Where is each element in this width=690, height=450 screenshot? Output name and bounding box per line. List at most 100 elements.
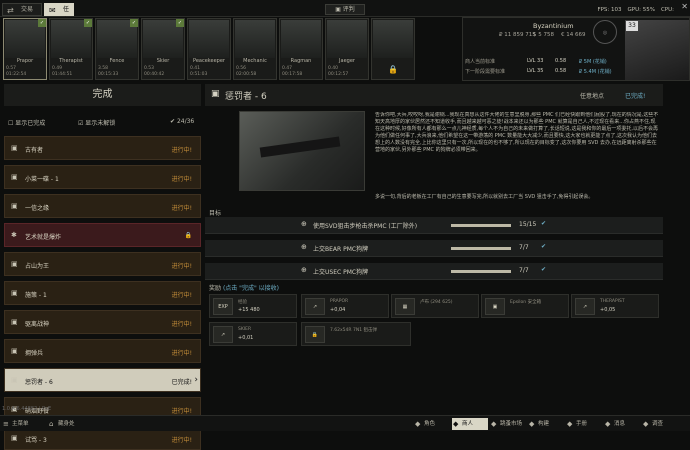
show-locked-checkbox[interactable]: ☑ 显示未解锁 <box>78 118 115 127</box>
trader-card[interactable]: Ragman 0.47 00:17:58 <box>279 18 323 80</box>
trader-card[interactable]: Skier 0.53 00:40:42 ✓ <box>141 18 185 80</box>
reward-value: +0,01 <box>238 335 254 341</box>
crosshair-icon: ⊕ <box>301 266 307 274</box>
character-button[interactable]: ◆ 角色 <box>414 418 450 430</box>
hideout-icon: ⌂ <box>49 420 54 428</box>
tab-tasks[interactable]: ✉任务 <box>44 3 74 24</box>
reward-name: 卢布 (294 625) <box>420 300 453 305</box>
nav-label: 调查 <box>652 421 664 427</box>
objective-progress-bar <box>451 247 511 250</box>
reward-name: THERAPIST <box>600 299 625 304</box>
quest-row[interactable]: ▣ 惩罚者 - 6 已完成! › <box>4 368 201 392</box>
quest-row[interactable]: ▣ 古有者 进行中! <box>4 136 201 160</box>
close-icon[interactable]: ✕ <box>681 2 688 11</box>
pin-icon: ▣ <box>11 144 18 152</box>
build-button[interactable]: ◆ 构建 <box>528 418 564 430</box>
reward-item: 🔒 7.62x54R 7N1 狙击弹 <box>301 322 411 346</box>
quest-row[interactable]: ▣ 一信之缘 进行中! <box>4 194 201 218</box>
quest-row[interactable]: ▣ 施策 - 1 进行中! <box>4 281 201 305</box>
quest-row[interactable]: ✱ 艺术就是爆炸 🔒 <box>4 223 201 247</box>
check-badge-icon: ✓ <box>84 19 92 27</box>
reward-icon: ↗ <box>575 298 595 315</box>
checkmark-icon: ✔ <box>541 266 547 273</box>
reward-name: 经验 <box>238 300 247 305</box>
handbook-button[interactable]: ◆ 手册 <box>566 418 602 430</box>
quest-label: 驱离战神 <box>25 321 50 328</box>
trader-card[interactable]: Therapist 0.49 01:44:51 ✓ <box>49 18 93 80</box>
quest-label: 惩罚者 - 6 <box>25 379 53 386</box>
trader-portrait <box>281 20 321 58</box>
reward-name: Epsilon 安全箱 <box>510 300 542 305</box>
quest-row[interactable]: ▣ 驱离战神 进行中! <box>4 310 201 334</box>
trader-name: Prapor <box>16 58 34 64</box>
quest-status: 进行中! <box>171 292 192 299</box>
trader-stats: 0.41 0:51:03 <box>190 66 230 78</box>
trader-card[interactable]: Fence 3.58 00:15:33 ✓ <box>95 18 139 80</box>
trader-emblem-icon: ◎ <box>593 20 617 44</box>
reward-name: 7.62x54R 7N1 狙击弹 <box>330 328 377 333</box>
dollars-value: $ 5 758 <box>533 32 554 38</box>
trader-portrait <box>327 20 367 58</box>
gear-icon: ✱ <box>11 231 17 239</box>
objectives-label: 目标 <box>209 210 222 217</box>
quest-status: 进行中! <box>171 176 192 183</box>
rifle-silhouette <box>259 136 341 158</box>
reward-item: ↗ PRAPOR +0,04 <box>301 294 389 318</box>
trader-name: Ragman <box>290 58 312 64</box>
reward-item: ↗ THERAPIST +0,05 <box>571 294 659 318</box>
perf-stats: FPS: 103 GPU: 55% CPU: <box>597 7 674 13</box>
quest-label: 试骂 - 3 <box>25 437 47 444</box>
objective-count: 7/7 <box>519 267 529 274</box>
reward-icon: ▦ <box>395 298 415 315</box>
message-button[interactable]: ◆ 消息 <box>604 418 640 430</box>
reward-icon: ▣ <box>485 298 505 315</box>
player-avatar: 33 <box>625 20 689 80</box>
main-menu-button[interactable]: ≡ 主菜单 <box>2 418 42 430</box>
quest-list-panel: 完成 ☐ 显示已完成 ☑ 显示未解锁 ✔ 24/36 ▣ 古有者 进行中! ▣ 小菜一碟… <box>0 84 205 450</box>
quest-status: 进行中! <box>171 147 192 154</box>
quest-label: 一信之缘 <box>25 205 50 212</box>
req-level: LVL 33 <box>527 58 544 64</box>
trader-card[interactable]: Mechanic 0.56 02:00:58 <box>233 18 277 80</box>
trader-button[interactable]: ◆ 商人 <box>452 418 488 430</box>
trader-timer: 00:15:33 <box>98 72 119 77</box>
trader-card[interactable]: 🔒 <box>371 18 415 80</box>
quest-row[interactable]: ▣ 拥弹兵 进行中! <box>4 339 201 363</box>
trader-rep: 0.57 <box>6 66 17 71</box>
trader-card[interactable]: Prapor 0.57 01:22:54 ✓ <box>3 18 47 80</box>
trader-timer: 00:40:42 <box>144 72 165 77</box>
pin-icon: ▣ <box>11 289 18 297</box>
player-level-badge: 33 <box>626 21 638 31</box>
quest-row[interactable]: ▣ 占山为王 进行中! <box>4 252 201 276</box>
quest-status: 进行中! <box>171 350 192 357</box>
review-tab[interactable]: ▣ 评判 <box>325 4 365 15</box>
trader-rep: 0.41 <box>190 66 201 71</box>
message-icon: ◆ <box>605 420 611 428</box>
profile-panel: Byzantinium ₽ 11 859 715 $ 5 758 € 14 66… <box>462 17 690 81</box>
nav-label: 消息 <box>614 421 626 427</box>
trader-stats: 0.47 00:17:58 <box>282 66 322 78</box>
survey-button[interactable]: ◆ 调查 <box>642 418 678 430</box>
trader-portrait <box>235 20 275 58</box>
trader-card[interactable]: Jaeger 0.40 00:12:57 <box>325 18 369 80</box>
trader-card[interactable]: Peacekeeper 0.41 0:51:03 <box>187 18 231 80</box>
reward-icon: ↗ <box>305 298 325 315</box>
nav-label: 商人 <box>462 421 474 427</box>
build-icon: ◆ <box>529 420 535 428</box>
character-icon: ◆ <box>415 420 421 428</box>
flea-button[interactable]: ◆ 跳蚤市场 <box>490 418 526 430</box>
nav-label: 构建 <box>538 421 550 427</box>
version-label: 1.0.A.6.44882 | PvE <box>2 406 52 412</box>
lock-icon: 🔒 <box>184 232 192 239</box>
hideout-button[interactable]: ⌂ 藏身处 <box>48 418 88 430</box>
trader-name: Fence <box>109 58 125 64</box>
trader-stats: 0.53 00:40:42 <box>144 66 184 78</box>
tab-trade[interactable]: ⇄ 交易 <box>2 3 42 16</box>
objective-row: ⊕ 上交BEAR PMC狗牌 7/7 ✔ <box>205 240 663 257</box>
objective-count: 15/15 <box>519 221 537 228</box>
quest-count: ✔ 24/36 <box>170 118 195 125</box>
reward-value: +0,05 <box>600 307 616 313</box>
show-completed-checkbox[interactable]: ☐ 显示已完成 <box>8 118 45 127</box>
trader-portrait <box>189 20 229 58</box>
quest-row[interactable]: ▣ 小菜一碟 - 1 进行中! <box>4 165 201 189</box>
